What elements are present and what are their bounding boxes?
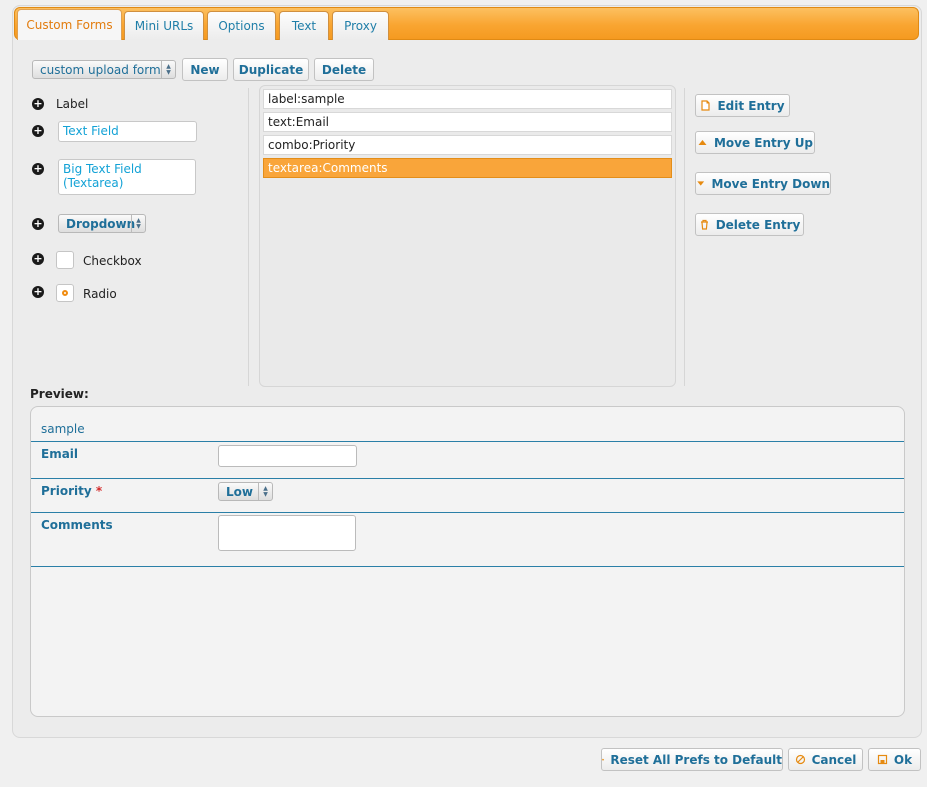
palette-checkbox	[56, 251, 74, 269]
preview-row-divider	[31, 478, 904, 479]
preview-comments-label: Comments	[41, 518, 113, 532]
list-item-selected[interactable]: textarea:Comments	[263, 158, 672, 178]
reset-prefs-button[interactable]: Reset All Prefs to Default	[601, 748, 783, 771]
folder-icon	[602, 758, 605, 761]
preview-row-divider	[31, 441, 904, 442]
trash-icon	[700, 219, 708, 230]
preview-email-label: Email	[41, 447, 79, 461]
move-entry-down-label: Move Entry Down	[711, 176, 830, 191]
edit-entry-button[interactable]: Edit Entry	[695, 94, 790, 117]
duplicate-button[interactable]: Duplicate	[233, 58, 309, 81]
palette-label: Label	[56, 97, 89, 111]
preview-heading: Preview:	[30, 387, 89, 401]
cancel-icon	[795, 754, 805, 765]
select-arrows-icon: ▲ ▼	[131, 215, 145, 232]
preview-row-divider	[31, 566, 904, 567]
tab-mini-urls[interactable]: Mini URLs	[124, 11, 204, 40]
palette-radio-label: Radio	[83, 287, 117, 301]
palette-dropdown: Dropdown ▲ ▼	[58, 214, 146, 233]
preview-panel: sample Email Priority * Low ▲ ▼ Comments	[30, 406, 905, 717]
tab-custom-forms[interactable]: Custom Forms	[17, 9, 122, 40]
palette-checkbox-label: Checkbox	[83, 254, 142, 268]
cancel-label: Cancel	[811, 752, 857, 767]
document-icon	[701, 100, 711, 111]
tab-proxy[interactable]: Proxy	[332, 11, 389, 40]
preview-priority-select[interactable]: Low ▲ ▼	[218, 482, 273, 501]
form-select[interactable]: custom upload form ▲ ▼	[32, 60, 176, 79]
list-item[interactable]: text:Email	[263, 112, 672, 132]
save-icon	[877, 754, 888, 765]
add-checkbox-icon[interactable]: +	[32, 253, 44, 265]
ok-label: Ok	[893, 752, 913, 767]
priority-select-value: Low	[226, 484, 253, 499]
reset-prefs-label: Reset All Prefs to Default	[610, 752, 782, 767]
preview-sample-label: sample	[41, 422, 85, 436]
arrow-up-icon	[698, 140, 707, 145]
form-select-value: custom upload form	[40, 62, 161, 77]
new-button[interactable]: New	[182, 58, 228, 81]
delete-form-button[interactable]: Delete	[314, 58, 374, 81]
list-item[interactable]: combo:Priority	[263, 135, 672, 155]
palette-big-text-field: Big Text Field (Textarea)	[58, 159, 196, 195]
delete-entry-label: Delete Entry	[715, 217, 801, 232]
arrow-down-icon	[697, 181, 705, 186]
select-arrows-icon: ▲ ▼	[258, 483, 272, 500]
move-entry-down-button[interactable]: Move Entry Down	[695, 172, 831, 195]
preview-email-input[interactable]	[218, 445, 357, 467]
cancel-button[interactable]: Cancel	[788, 748, 863, 771]
divider-left	[248, 88, 249, 386]
divider-right	[684, 88, 685, 386]
preview-row-divider	[31, 512, 904, 513]
ok-button[interactable]: Ok	[868, 748, 921, 771]
add-textarea-icon[interactable]: +	[32, 163, 44, 175]
palette-radio	[56, 284, 74, 302]
priority-label-text: Priority	[41, 484, 92, 498]
move-entry-up-label: Move Entry Up	[713, 135, 814, 150]
tab-options[interactable]: Options	[207, 11, 276, 40]
move-entry-up-button[interactable]: Move Entry Up	[695, 131, 815, 154]
palette-dropdown-label: Dropdown	[66, 216, 136, 231]
list-item[interactable]: label:sample	[263, 89, 672, 109]
edit-entry-label: Edit Entry	[717, 98, 785, 113]
required-marker: *	[95, 484, 103, 498]
palette-text-field: Text Field	[58, 121, 197, 142]
add-label-icon[interactable]: +	[32, 98, 44, 110]
add-radio-icon[interactable]: +	[32, 286, 44, 298]
delete-entry-button[interactable]: Delete Entry	[695, 213, 804, 236]
radio-dot-icon	[62, 290, 68, 296]
add-text-field-icon[interactable]: +	[32, 125, 44, 137]
add-dropdown-icon[interactable]: +	[32, 218, 44, 230]
preview-priority-label: Priority *	[41, 484, 102, 498]
preview-comments-textarea[interactable]	[218, 515, 356, 551]
tab-text[interactable]: Text	[279, 11, 329, 40]
select-arrows-icon: ▲ ▼	[161, 61, 175, 78]
